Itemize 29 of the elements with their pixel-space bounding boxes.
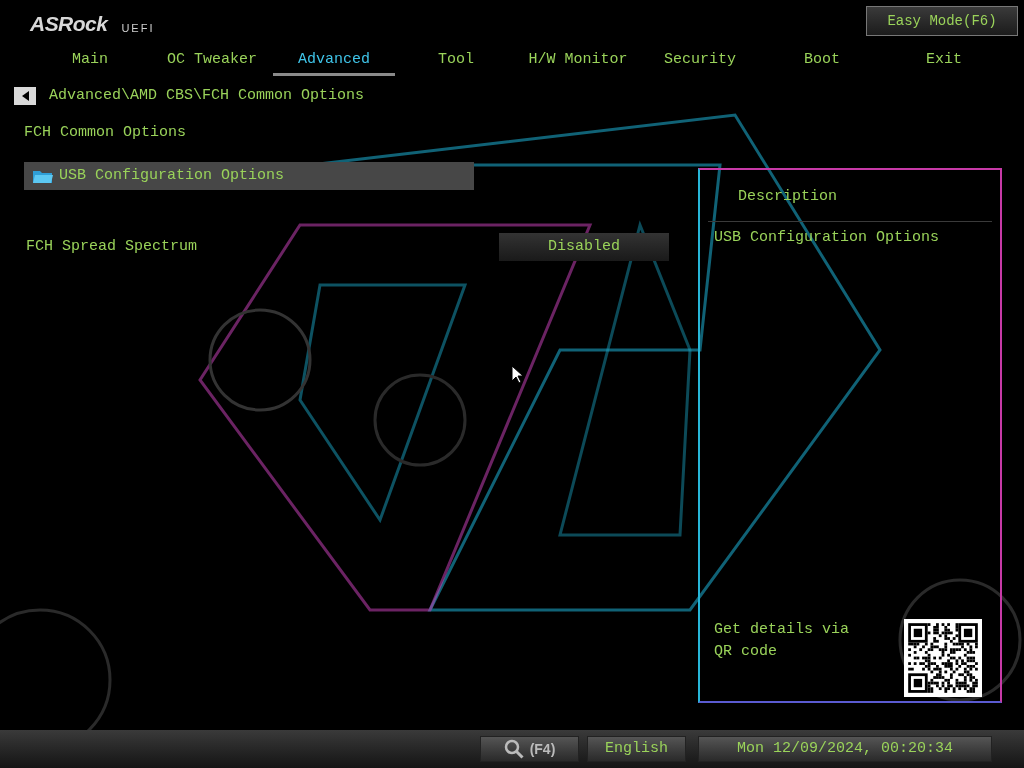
mouse-cursor-icon [511,365,523,384]
submenu-item[interactable]: USB Configuration Options [24,162,474,190]
nav-tab[interactable]: Security [639,46,761,76]
nav-tab[interactable]: Exit [883,46,1005,76]
nav-tab[interactable]: Advanced [273,46,395,76]
easy-mode-button[interactable]: Easy Mode(F6) [866,6,1018,36]
nav-tab[interactable]: Tool [395,46,517,76]
brand-logo: ASRock [30,13,108,34]
option-value-button[interactable]: Disabled [499,233,669,261]
nav-tab[interactable]: H/W Monitor [517,46,639,76]
back-arrow-icon [21,91,29,101]
description-text: USB Configuration Options [713,227,941,248]
folder-icon [32,168,53,184]
language-button[interactable]: English [587,736,686,762]
logo-suffix: UEFI [121,23,155,34]
option-row[interactable]: FCH Spread Spectrum Disabled [24,233,669,261]
option-label: FCH Spread Spectrum [26,236,198,257]
datetime-display: Mon 12/09/2024, 00:20:34 [698,736,992,762]
back-button[interactable] [14,87,36,105]
nav-tab[interactable]: Main [29,46,151,76]
qr-code-icon [904,619,982,697]
search-button[interactable]: (F4) [480,736,579,762]
breadcrumb: Advanced\AMD CBS\FCH Common Options [49,85,365,106]
qr-hint: Get details via QR code [714,620,851,662]
search-icon [503,739,524,759]
nav-tab[interactable]: Boot [761,46,883,76]
nav-tab[interactable]: OC Tweaker [151,46,273,76]
section-title: FCH Common Options [24,123,188,143]
description-title: Description [708,170,992,222]
